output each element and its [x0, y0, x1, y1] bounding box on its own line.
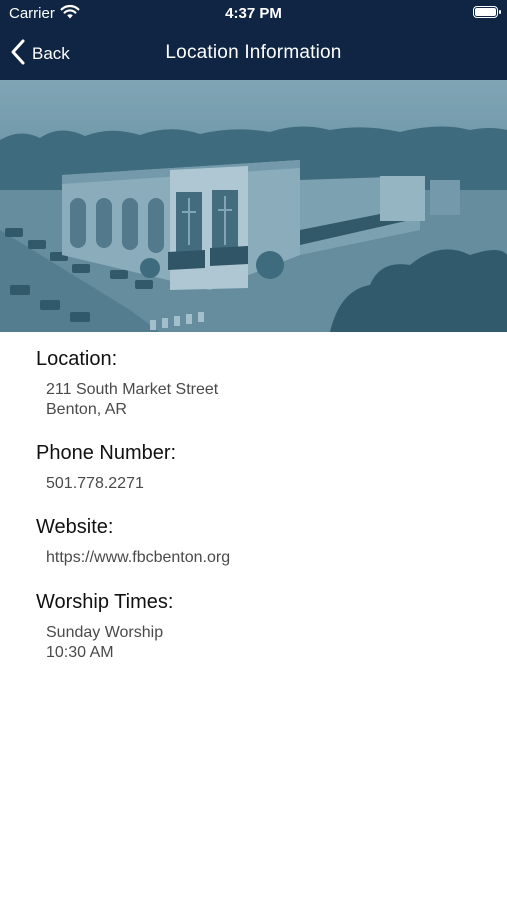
worship-times-section: Worship Times: Sunday Worship 10:30 AM: [36, 591, 173, 663]
status-bar: Carrier 4:37 PM: [0, 0, 507, 28]
phone-section: Phone Number: 501.778.2271: [36, 442, 176, 494]
website-section: Website: https://www.fbcbenton.org: [36, 516, 230, 568]
location-heading: Location:: [36, 348, 118, 370]
worship-service-name: Sunday Worship: [46, 624, 164, 641]
phone-number-link[interactable]: 501.778.2271: [46, 474, 176, 494]
phone-heading: Phone Number:: [36, 442, 177, 464]
church-building-aerial-photo: [0, 80, 507, 332]
website-heading: Website:: [36, 516, 114, 538]
battery-icon: [473, 6, 501, 18]
worship-service-time: 10:30 AM: [46, 644, 114, 661]
worship-times-heading: Worship Times:: [36, 591, 174, 613]
location-section: Location: 211 South Market Street Benton…: [36, 348, 218, 420]
navigation-bar: Back Location Information: [0, 28, 507, 80]
location-address-line2[interactable]: Benton, AR: [46, 400, 218, 420]
location-address-line1[interactable]: 211 South Market Street: [46, 380, 218, 400]
status-time: 4:37 PM: [225, 5, 282, 22]
website-link[interactable]: https://www.fbcbenton.org: [46, 548, 230, 568]
page-title: Location Information: [165, 42, 342, 63]
